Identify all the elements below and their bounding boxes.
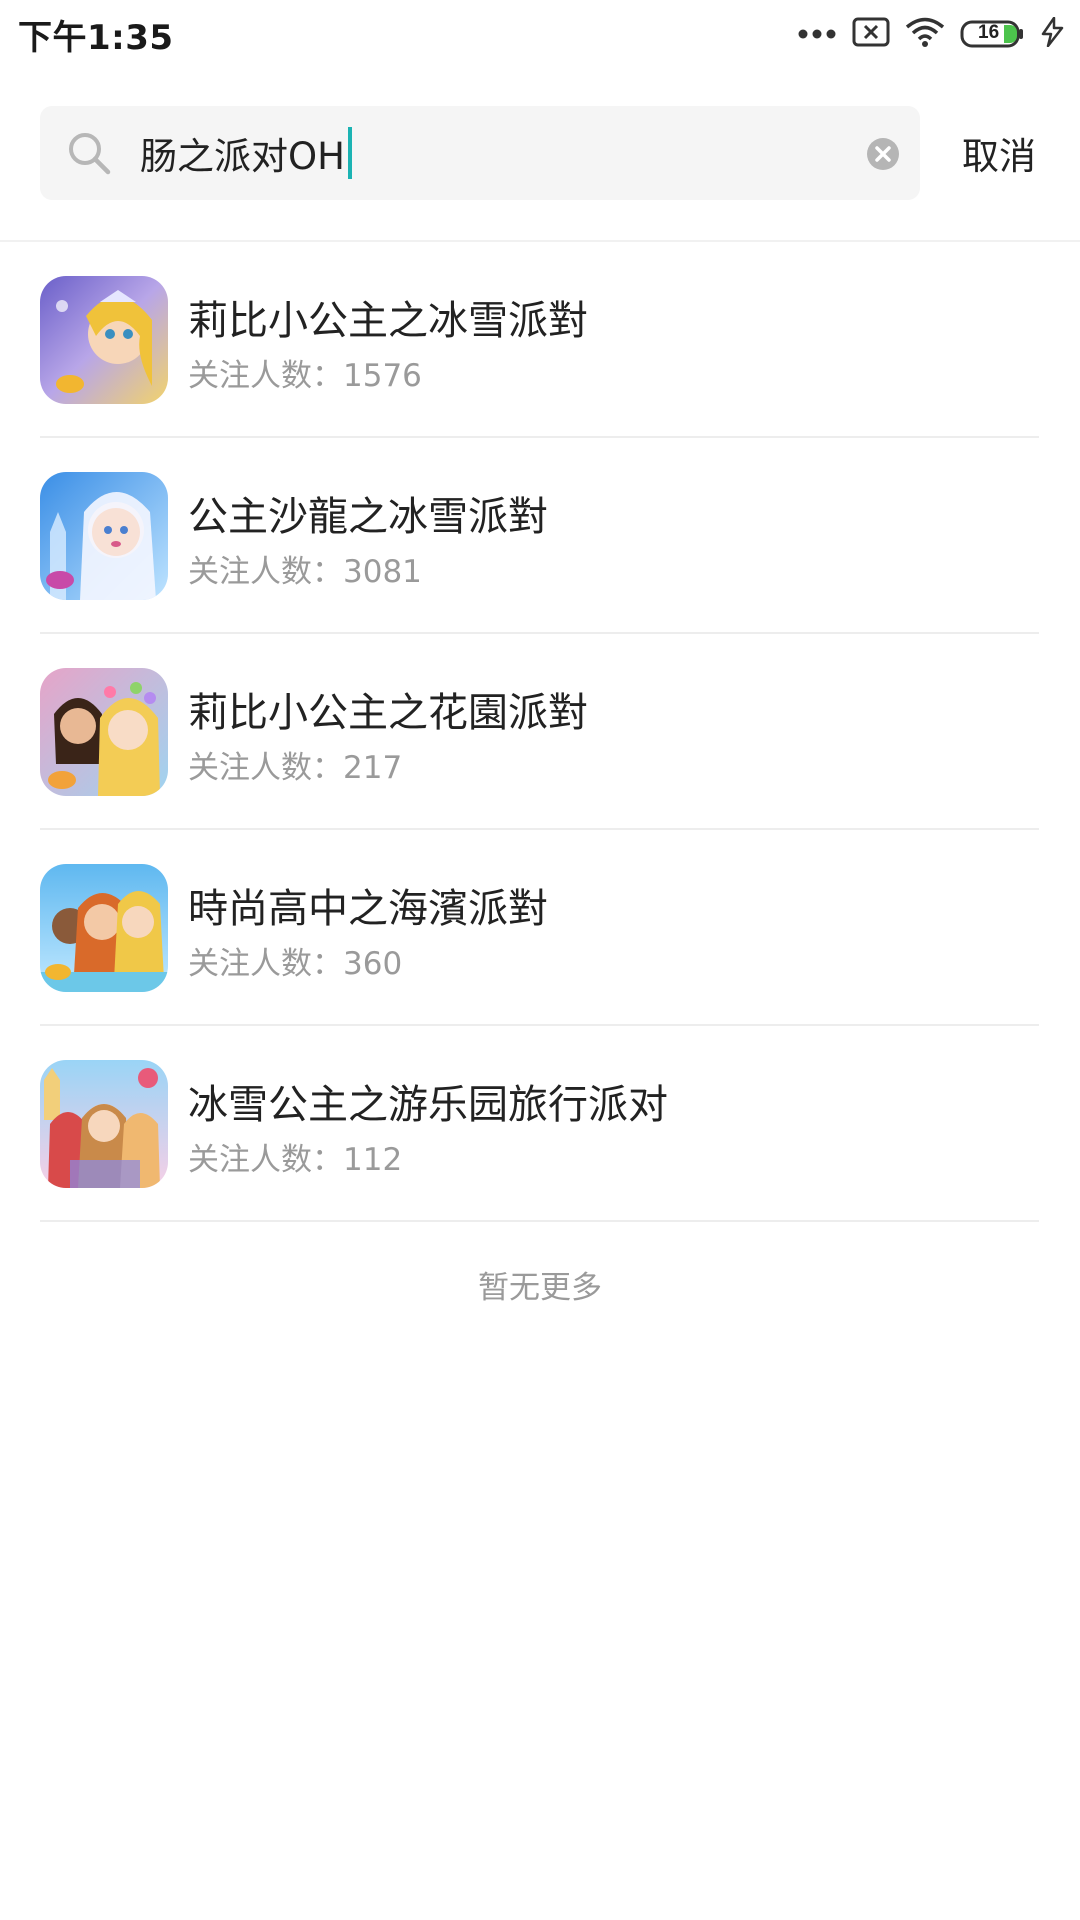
result-followers: 关注人数：360 [188, 946, 403, 982]
result-item[interactable]: 莉比小公主之冰雪派對 关注人数：1576 [40, 242, 1039, 438]
search-input[interactable]: 肠之派对OH [140, 106, 352, 200]
result-followers: 关注人数：3081 [188, 554, 422, 590]
cancel-button[interactable]: 取消 [962, 106, 1036, 200]
game-thumbnail [40, 864, 168, 992]
status-bar: 下午1:35 16 [0, 0, 1080, 66]
result-title: 冰雪公主之游乐园旅行派对 [188, 1082, 668, 1128]
result-followers: 关注人数：217 [188, 750, 403, 786]
result-item[interactable]: 公主沙龍之冰雪派對 关注人数：3081 [40, 438, 1039, 634]
search-row: 肠之派对OH 取消 [0, 66, 1080, 242]
sim-error-icon [852, 17, 890, 51]
no-more-text: 暂无更多 [478, 1270, 602, 1306]
result-title: 時尚高中之海濱派對 [188, 886, 548, 932]
result-item[interactable]: 冰雪公主之游乐园旅行派对 关注人数：112 [40, 1026, 1039, 1222]
result-title: 莉比小公主之冰雪派對 [188, 298, 588, 344]
search-query: 肠之派对OH [140, 135, 345, 178]
game-thumbnail [40, 276, 168, 404]
game-thumbnail [40, 1060, 168, 1188]
more-dots-icon [798, 25, 838, 44]
text-caret [347, 127, 352, 179]
battery-icon: 16 [960, 19, 1026, 49]
result-title: 莉比小公主之花園派對 [188, 690, 588, 736]
result-item[interactable]: 時尚高中之海濱派對 关注人数：360 [40, 830, 1039, 1026]
result-list: 莉比小公主之冰雪派對 关注人数：1576 公主沙龍之冰雪派對 关注人数：3081… [0, 242, 1080, 1222]
wifi-icon [904, 16, 946, 52]
charging-icon [1040, 16, 1066, 51]
game-thumbnail [40, 472, 168, 600]
battery-level: 16 [978, 22, 1000, 43]
status-time: 下午1:35 [18, 18, 174, 58]
result-item[interactable]: 莉比小公主之花園派對 关注人数：217 [40, 634, 1039, 830]
result-followers: 关注人数：112 [188, 1142, 403, 1178]
clear-icon[interactable] [866, 137, 900, 171]
result-title: 公主沙龍之冰雪派對 [188, 494, 548, 540]
search-icon [66, 130, 112, 176]
search-box[interactable]: 肠之派对OH [40, 106, 920, 200]
game-thumbnail [40, 668, 168, 796]
status-icons: 16 [798, 14, 1066, 54]
result-followers: 关注人数：1576 [188, 358, 422, 394]
